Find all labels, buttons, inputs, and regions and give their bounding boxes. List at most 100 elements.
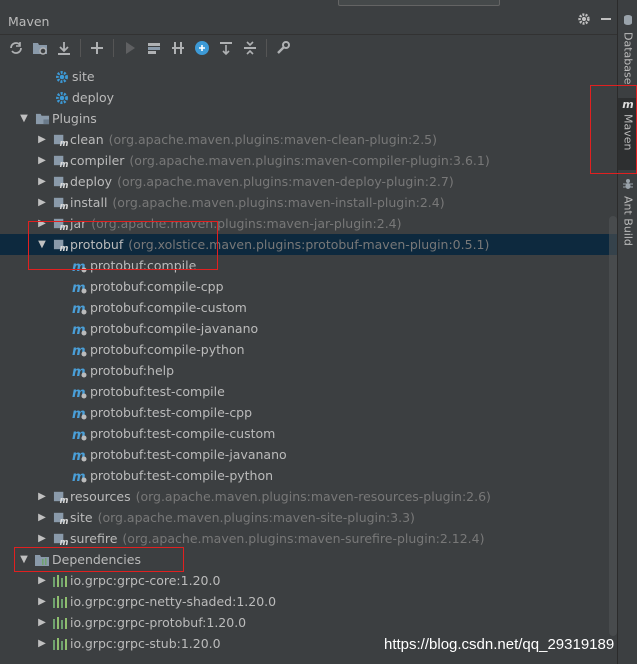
gear-icon [54, 90, 70, 106]
svg-text:m: m [59, 243, 67, 252]
plugin-coordinates: (org.apache.maven.plugins:maven-surefire… [122, 531, 485, 546]
collapsed-arrow-icon[interactable]: ▶ [36, 617, 48, 628]
tree-scrollbar[interactable] [609, 216, 617, 636]
plugin-node[interactable]: ▶ m resources (org.apache.maven.plugins:mav… [0, 486, 617, 507]
dependency-node[interactable]: ▶ io.grpc:grpc-protobuf:1.20.0 [0, 612, 617, 633]
tree-node-label: site [72, 69, 95, 84]
plugin-node[interactable]: ▶ m install (org.apache.maven.plugins:maven… [0, 192, 617, 213]
tab-ant-build[interactable]: Ant Build [618, 178, 637, 248]
tab-maven-label: Maven [621, 114, 635, 151]
collapsed-arrow-icon[interactable]: ▶ [36, 218, 48, 229]
plugin-coordinates: (org.apache.maven.plugins:maven-install-… [112, 195, 445, 210]
tree-node-label: protobuf:compile-custom [90, 300, 247, 315]
tab-database[interactable]: Database [618, 14, 637, 86]
collapsed-arrow-icon[interactable]: ▶ [36, 176, 48, 187]
plugin-goal[interactable]: m protobuf:compile [0, 255, 617, 276]
maven-toolbar [0, 35, 617, 61]
plugin-node[interactable]: ▶ m jar (org.apache.maven.plugins:maven-jar… [0, 213, 617, 234]
collapsed-arrow-icon[interactable]: ▶ [36, 533, 48, 544]
download-icon[interactable] [52, 37, 76, 59]
tree-node-label: protobuf [70, 237, 124, 252]
toolbar-separator [266, 39, 267, 57]
svg-text:m: m [59, 138, 67, 147]
collapsed-arrow-icon[interactable]: ▶ [36, 575, 48, 586]
plugin-goal[interactable]: m protobuf:compile-javanano [0, 318, 617, 339]
lifecycle-item[interactable]: site [0, 66, 617, 87]
plugin-goal[interactable]: m protobuf:compile-custom [0, 297, 617, 318]
plugin-goal[interactable]: m protobuf:test-compile [0, 381, 617, 402]
tree-node-label: io.grpc:grpc-netty-shaded:1.20.0 [70, 594, 277, 609]
maven-plugin-icon: m [52, 153, 68, 169]
plugin-goal[interactable]: m protobuf:test-compile-cpp [0, 402, 617, 423]
svg-text:m: m [59, 222, 67, 231]
plugin-goal[interactable]: m protobuf:test-compile-custom [0, 423, 617, 444]
collapsed-arrow-icon[interactable]: ▶ [36, 197, 48, 208]
tree-node-label: protobuf:help [90, 363, 175, 378]
panel-title: Maven [8, 13, 50, 29]
tree-node-label: deploy [72, 90, 115, 105]
tree-node-label: deploy [70, 174, 113, 189]
tree-node-label: io.grpc:grpc-protobuf:1.20.0 [70, 615, 247, 630]
svg-text:m: m [59, 495, 67, 504]
plugin-node[interactable]: ▶ m surefire (org.apache.maven.plugins:mave… [0, 528, 617, 549]
tree-node-label: io.grpc:grpc-core:1.20.0 [70, 573, 221, 588]
dependencies-folder-icon [34, 552, 50, 568]
plugins-folder[interactable]: ▼ Plugins [0, 108, 617, 129]
plugin-goal[interactable]: m protobuf:help [0, 360, 617, 381]
collapse-all-icon[interactable] [238, 37, 262, 59]
show-dependencies-icon[interactable] [214, 37, 238, 59]
gear-icon[interactable] [573, 12, 595, 30]
plugin-node[interactable]: ▶ m clean (org.apache.maven.plugins:maven-c… [0, 129, 617, 150]
maven-icon: m [622, 98, 634, 111]
tree-node-label: protobuf:compile [90, 258, 197, 273]
refresh-icon[interactable] [4, 37, 28, 59]
tree-node-label: Dependencies [52, 552, 141, 567]
dependency-node[interactable]: ▶ io.grpc:grpc-netty-shaded:1.20.0 [0, 591, 617, 612]
dependencies-folder[interactable]: ▼ Dependencies [0, 549, 617, 570]
maven-plugin-icon: m [52, 531, 68, 547]
expanded-arrow-icon[interactable]: ▼ [18, 113, 30, 124]
dependency-node[interactable]: ▶ io.grpc:grpc-core:1.20.0 [0, 570, 617, 591]
tab-maven[interactable]: m Maven [618, 98, 637, 170]
collapsed-arrow-icon[interactable]: ▶ [36, 596, 48, 607]
svg-text:m: m [59, 159, 67, 168]
collapsed-arrow-icon[interactable]: ▶ [36, 134, 48, 145]
top-search-field[interactable] [338, 0, 500, 6]
right-tool-window-bar: Database m Maven Ant Build [617, 0, 637, 664]
plugin-coordinates: (org.apache.maven.plugins:maven-jar-plug… [91, 216, 402, 231]
collapsed-arrow-icon[interactable]: ▶ [36, 638, 48, 649]
reimport-icon[interactable] [28, 37, 52, 59]
plugin-node-protobuf[interactable]: ▼ m protobuf (org.xolstice.maven.plugins:pr… [0, 234, 617, 255]
expanded-arrow-icon[interactable]: ▼ [36, 239, 48, 250]
maven-plugin-icon: m [52, 489, 68, 505]
tab-ant-build-label: Ant Build [621, 196, 635, 246]
plugin-goal[interactable]: m protobuf:test-compile-python [0, 465, 617, 486]
plugin-goal[interactable]: m protobuf:compile-cpp [0, 276, 617, 297]
maven-goal-icon: m [72, 258, 88, 274]
collapsed-arrow-icon[interactable]: ▶ [36, 155, 48, 166]
run-icon[interactable] [118, 37, 142, 59]
collapsed-arrow-icon[interactable]: ▶ [36, 512, 48, 523]
expanded-arrow-icon[interactable]: ▼ [18, 554, 30, 565]
plugin-node[interactable]: ▶ m site (org.apache.maven.plugins:maven-si… [0, 507, 617, 528]
watermark-text: https://blog.csdn.net/qq_29319189 [384, 636, 615, 653]
library-icon [52, 594, 68, 610]
plugin-goal[interactable]: m protobuf:compile-python [0, 339, 617, 360]
toggle-offline-icon[interactable] [166, 37, 190, 59]
lifecycle-item[interactable]: deploy [0, 87, 617, 108]
skip-tests-icon[interactable] [190, 37, 214, 59]
plugin-node[interactable]: ▶ m compiler (org.apache.maven.plugins:mave… [0, 150, 617, 171]
execute-goal-icon[interactable] [142, 37, 166, 59]
settings-wrench-icon[interactable] [271, 37, 295, 59]
maven-goal-icon: m [72, 300, 88, 316]
tree-node-label: compiler [70, 153, 125, 168]
add-icon[interactable] [85, 37, 109, 59]
maven-projects-tree: site deploy ▼ Plugins ▶ m clean (org.apache.mav… [0, 66, 617, 664]
minimize-icon[interactable] [595, 13, 617, 29]
plugin-node[interactable]: ▶ m deploy (org.apache.maven.plugins:maven-… [0, 171, 617, 192]
tree-node-label: protobuf:compile-python [90, 342, 245, 357]
tree-node-label: protobuf:test-compile-cpp [90, 405, 253, 420]
tree-node-label: protobuf:test-compile-custom [90, 426, 276, 441]
collapsed-arrow-icon[interactable]: ▶ [36, 491, 48, 502]
plugin-goal[interactable]: m protobuf:test-compile-javanano [0, 444, 617, 465]
